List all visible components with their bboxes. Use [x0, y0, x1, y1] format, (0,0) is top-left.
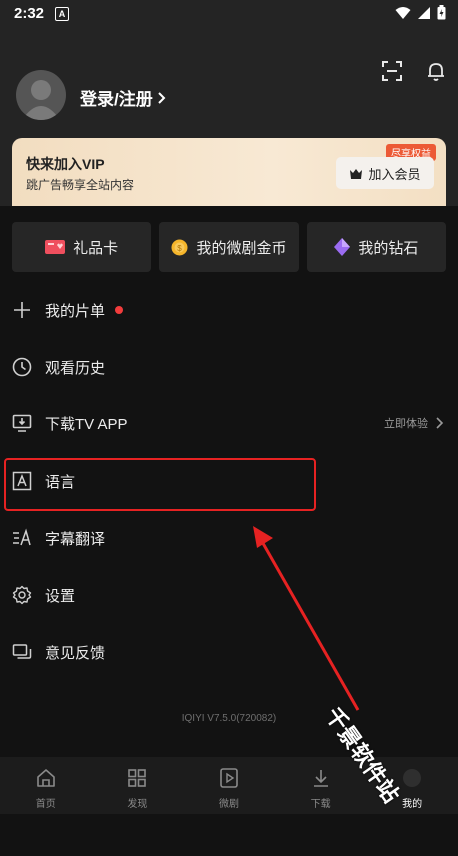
gift-card-label: 礼品卡 — [73, 239, 119, 257]
quick-actions: 礼品卡 $ 我的微剧金币 我的钻石 — [12, 222, 446, 272]
menu-label-tv-app: 下载TV APP — [45, 415, 128, 433]
language-highlight-box — [4, 458, 316, 511]
diamond-button[interactable]: 我的钻石 — [306, 222, 446, 272]
status-icons — [395, 5, 446, 20]
try-now-label: 立即体验 — [384, 418, 428, 430]
avatar[interactable] — [16, 70, 66, 120]
tv-download-icon — [12, 413, 32, 433]
nav-micro-drama[interactable]: 微剧 — [183, 757, 275, 814]
nav-discover-label: 发现 — [127, 799, 148, 810]
login-label: 登录/注册 — [80, 90, 153, 109]
menu-item-settings[interactable]: 设置 — [0, 570, 458, 620]
diamond-label: 我的钻石 — [358, 239, 419, 257]
coin-button[interactable]: $ 我的微剧金币 — [159, 222, 299, 272]
wifi-icon — [395, 6, 411, 19]
menu-label-settings: 设置 — [45, 587, 76, 605]
menu-item-subtitle-translate[interactable]: 字幕翻译 — [0, 513, 458, 563]
chevron-right-icon — [436, 417, 444, 429]
battery-icon — [437, 5, 446, 20]
menu-item-my-list[interactable]: 我的片单 — [0, 285, 458, 335]
grid-icon — [128, 769, 147, 787]
login-register-link[interactable]: 登录/注册 — [80, 85, 167, 110]
menu-label-history: 观看历史 — [45, 359, 106, 377]
svg-text:$: $ — [178, 244, 183, 253]
gear-icon — [12, 585, 32, 605]
menu-label-feedback: 意见反馈 — [45, 644, 106, 662]
nav-micro-drama-label: 微剧 — [218, 799, 239, 810]
nav-discover[interactable]: 发现 — [92, 757, 184, 814]
clock-icon — [12, 357, 32, 377]
annotation-arrow — [253, 526, 360, 711]
crown-bag-icon — [350, 168, 363, 179]
nav-home-label: 首页 — [35, 799, 56, 810]
status-a-icon: A — [55, 7, 69, 21]
nav-home[interactable]: 首页 — [0, 757, 92, 814]
subtitle-translate-icon — [12, 528, 32, 548]
gift-card-button[interactable]: 礼品卡 — [12, 222, 152, 272]
menu-item-tv-app[interactable]: 下载TV APP 立即体验 — [0, 398, 458, 448]
coin-icon: $ — [171, 239, 188, 255]
scan-icon[interactable] — [381, 60, 403, 82]
menu-item-history[interactable]: 观看历史 — [0, 342, 458, 392]
vip-subtitle: 跳广告畅享全站内容 — [26, 178, 135, 192]
home-icon — [36, 769, 55, 787]
vip-title: 快来加入VIP — [26, 156, 105, 172]
play-icon — [220, 768, 238, 788]
vip-banner[interactable]: 快来加入VIP 跳广告畅享全站内容 尽享权益 加入会员 — [12, 138, 446, 206]
chevron-right-icon — [158, 91, 166, 104]
version-label: IQIYI V7.5.0(720082) — [181, 713, 277, 724]
coin-label: 我的微剧金币 — [196, 239, 287, 257]
status-time: 2:32 — [14, 5, 45, 22]
plus-icon — [12, 300, 32, 320]
diamond-icon — [334, 238, 351, 256]
menu-label-my-list: 我的片单 — [45, 302, 106, 320]
bell-icon[interactable] — [425, 60, 447, 82]
menu-item-feedback[interactable]: 意见反馈 — [0, 627, 458, 677]
join-vip-button[interactable]: 加入会员 — [336, 157, 434, 189]
menu-label-subtitle-translate: 字幕翻译 — [45, 530, 106, 548]
signal-icon — [418, 6, 430, 19]
feedback-icon — [12, 642, 32, 662]
notification-dot — [115, 306, 123, 314]
gift-card-icon — [45, 240, 66, 254]
status-bar: 2:32 A — [0, 0, 458, 28]
join-vip-label: 加入会员 — [368, 166, 421, 182]
